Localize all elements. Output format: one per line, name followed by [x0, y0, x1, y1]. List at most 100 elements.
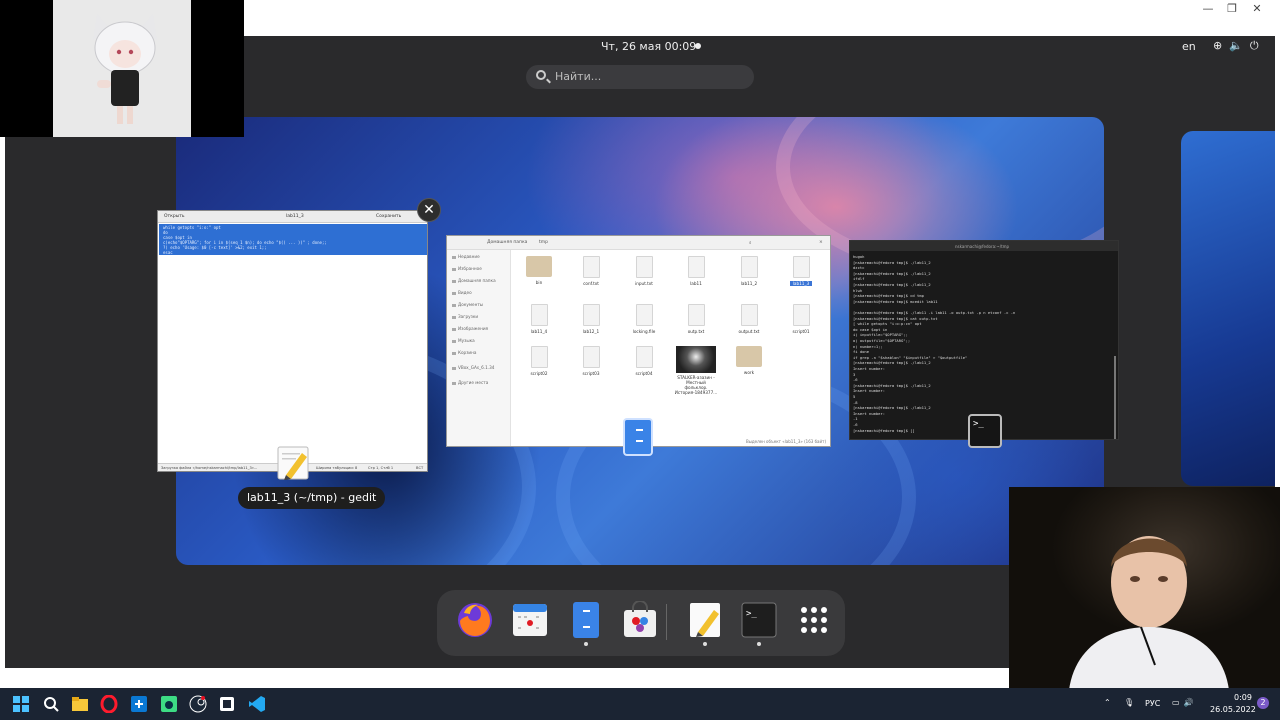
show-apps-icon[interactable]: [795, 601, 833, 639]
search-placeholder: Найти...: [555, 70, 602, 83]
sidebar-item-starred[interactable]: Избранное: [452, 266, 482, 271]
workspace-next[interactable]: [1181, 131, 1275, 486]
microphone-icon[interactable]: 🎙: [1124, 698, 1134, 707]
file-item[interactable]: lab11_4: [517, 304, 561, 334]
terminal-line: 5: [853, 394, 856, 399]
file-item[interactable]: outp.txt: [674, 304, 718, 334]
image-thumbnail-icon: [676, 346, 716, 373]
sidebar-item-music[interactable]: Музыка: [452, 338, 475, 343]
terminal-icon[interactable]: >_: [740, 601, 778, 646]
save-button[interactable]: Сохранить: [376, 214, 401, 219]
terminal-line: [nskarmachi@fedora tmp]$ ./lab11_2: [853, 282, 931, 287]
file-item[interactable]: script04: [622, 346, 666, 376]
file-item[interactable]: lab11_2: [727, 256, 771, 286]
file-item[interactable]: work: [727, 346, 771, 375]
text-file-icon: [740, 304, 758, 326]
gedit-icon[interactable]: [686, 601, 724, 646]
files-sidebar: Недавние Избранное Домашняя папка Видео …: [447, 250, 511, 446]
tray-chevron-icon[interactable]: ⌃: [1104, 698, 1111, 707]
file-name: STALKER-азазин - Местный фольклор. Истор…: [674, 375, 718, 395]
maximize-icon[interactable]: ❐: [1221, 2, 1243, 15]
sidebar-item-home[interactable]: Домашняя папка: [452, 278, 496, 283]
terminal-line: Insert number:: [853, 410, 886, 416]
file-item[interactable]: lab12_1: [569, 304, 613, 334]
input-language[interactable]: en: [1182, 40, 1196, 53]
windows-start-icon[interactable]: [12, 695, 30, 713]
gedit-window-thumbnail[interactable]: Открыть lab11_3 Сохранить while getopts …: [157, 210, 428, 472]
terminal-line: [nskarmachi@fedora tmp]$ ./lab11_2: [853, 259, 931, 265]
file-item[interactable]: conf.txt: [569, 256, 613, 286]
file-item[interactable]: input.txt: [622, 256, 666, 286]
terminal-line: -6: [853, 422, 858, 427]
sidebar-item-documents[interactable]: Документы: [452, 302, 483, 307]
sidebar-item-vbox[interactable]: VBox_GAs_6.1.34: [452, 365, 494, 370]
opera-icon[interactable]: [100, 695, 118, 713]
file-item[interactable]: STALKER-азазин - Местный фольклор. Истор…: [674, 346, 718, 395]
sidebar-item-pictures[interactable]: Изображения: [452, 326, 488, 331]
terminal-window-thumbnail[interactable]: nskarmachi@fedora:~/tmp hugoh [nskarmachi…: [849, 240, 1119, 440]
steam-icon[interactable]: [189, 695, 207, 713]
close-icon[interactable]: ×: [819, 240, 823, 245]
tray-status-icons[interactable]: ▭🔊: [1172, 698, 1198, 707]
taskbar-time[interactable]: 0:09: [1234, 693, 1252, 702]
file-item[interactable]: output.txt: [727, 304, 771, 334]
file-item[interactable]: locking.file: [622, 304, 666, 334]
files-app-icon[interactable]: [623, 418, 653, 456]
firefox-icon[interactable]: [456, 601, 494, 639]
terminal-line: -8: [853, 399, 858, 405]
terminal-line: -6: [853, 377, 858, 383]
terminal-line: [nskarmachi@fedora tmp]$ ./lab11 -i lab1…: [853, 310, 1016, 315]
file-name: lab11_2: [740, 281, 758, 286]
path-tmp[interactable]: tmp: [539, 240, 548, 245]
terminal-app-icon[interactable]: >_: [968, 414, 1002, 448]
open-button[interactable]: Открыть: [164, 214, 185, 219]
software-icon[interactable]: [621, 601, 659, 639]
notification-count[interactable]: 2: [1257, 697, 1269, 709]
terminal-line: dzctc: [853, 265, 865, 271]
terminal-line: [nskarmachi@fedora tmp]$ ./lab11_2: [853, 360, 931, 366]
terminal-line: -1: [853, 416, 858, 422]
keyboard-language[interactable]: РУС: [1145, 699, 1160, 708]
file-explorer-icon[interactable]: [71, 695, 89, 713]
sidebar-item-downloads[interactable]: Загрузки: [452, 314, 478, 319]
app-icon[interactable]: [218, 695, 236, 713]
status-insert: ВСТ: [416, 466, 424, 470]
terminal-line: Insert number:: [853, 366, 886, 371]
status-position: Стр 1, Стлб 1: [368, 466, 394, 470]
file-item[interactable]: script03: [569, 346, 613, 376]
file-item[interactable]: lab11_3: [779, 256, 823, 286]
files-window-thumbnail[interactable]: Домашняя папка tmp ⌕ × Недавние Избранно…: [446, 235, 831, 447]
system-menu[interactable]: ⊕🔈⏻: [1213, 39, 1266, 53]
file-name: script02: [530, 371, 548, 376]
file-name: input.txt: [635, 281, 653, 286]
sidebar-item-recent[interactable]: Недавние: [452, 254, 480, 259]
taskbar-date[interactable]: 26.05.2022: [1210, 705, 1256, 714]
android-studio-icon[interactable]: [160, 695, 178, 713]
close-window-icon[interactable]: ✕: [1246, 2, 1268, 15]
terminal-line: [nskarmachi@fedora tmp]$ cd tmp: [853, 293, 924, 299]
calendar-icon[interactable]: [511, 601, 549, 639]
minimize-icon[interactable]: —: [1197, 2, 1219, 15]
code-line: while getopts "i:o:" opt: [163, 225, 221, 230]
file-item[interactable]: script02: [517, 346, 561, 376]
network-icon: ⊕: [1213, 39, 1230, 52]
sidebar-item-trash[interactable]: Корзина: [452, 350, 476, 355]
sidebar-item-videos[interactable]: Видео: [452, 290, 472, 295]
search-input[interactable]: Найти...: [526, 65, 754, 89]
clock[interactable]: Чт, 26 мая 00:09: [601, 40, 696, 53]
files-icon[interactable]: [567, 601, 605, 646]
terminal-line: hugoh: [853, 254, 865, 259]
sidebar-item-other-locations[interactable]: Другие места: [452, 380, 488, 385]
file-item[interactable]: bin: [517, 256, 561, 285]
path-home[interactable]: Домашняя папка: [487, 240, 527, 245]
files-headerbar: Домашняя папка tmp ⌕ ×: [447, 236, 830, 250]
vscode-icon[interactable]: [248, 695, 266, 713]
gedit-icon[interactable]: [276, 445, 310, 481]
editor-icon[interactable]: [130, 695, 148, 713]
terminal-scrollbar[interactable]: [1114, 356, 1116, 439]
search-icon[interactable]: ⌕: [749, 240, 752, 246]
search-icon[interactable]: [42, 695, 60, 713]
file-item[interactable]: lab11: [674, 256, 718, 286]
file-item[interactable]: script01: [779, 304, 823, 334]
close-window-button[interactable]: ✕: [417, 198, 441, 222]
